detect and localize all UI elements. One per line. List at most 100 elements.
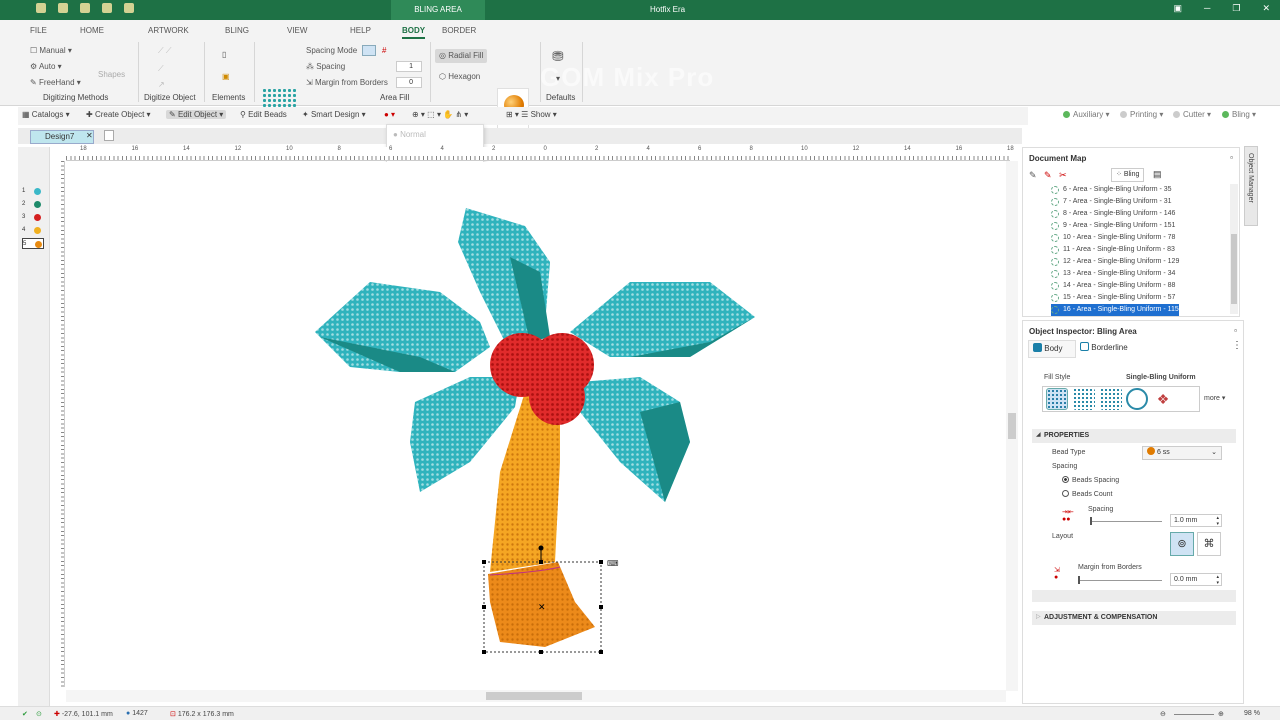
document-map-scroll-thumb[interactable] xyxy=(1231,234,1237,304)
printing-toggle[interactable]: Printing ▾ xyxy=(1120,110,1163,119)
edit-beads-button[interactable]: ⚲ Edit Beads xyxy=(240,110,287,119)
spacing-slider[interactable] xyxy=(1090,521,1162,522)
auto-button[interactable]: ⚙ Auto ▾ xyxy=(30,62,62,71)
vertical-scroll-thumb[interactable] xyxy=(1008,413,1016,439)
print-icon[interactable] xyxy=(124,3,134,13)
save-icon[interactable] xyxy=(36,3,46,13)
vertical-scrollbar[interactable] xyxy=(1006,161,1018,691)
zoom-out-icon[interactable]: ⊖ xyxy=(1160,710,1166,718)
smart-design-button[interactable]: ✦ Smart Design ▾ xyxy=(302,110,366,119)
document-map-item[interactable]: 12 - Area - Single-Bling Uniform - 129 xyxy=(1051,256,1179,268)
document-map-item[interactable]: 15 - Area - Single-Bling Uniform - 57 xyxy=(1051,292,1175,304)
quick-access-toolbar[interactable] xyxy=(36,3,134,13)
margin-spinbox[interactable]: 0 xyxy=(396,77,422,88)
layer-item[interactable]: 4 xyxy=(22,225,44,236)
margin-slider[interactable] xyxy=(1078,580,1162,581)
fill-style-grid-icon[interactable] xyxy=(1100,388,1122,410)
menu-home[interactable]: HOME xyxy=(80,26,104,35)
inspector-pin-icon[interactable]: ▫ xyxy=(1234,326,1237,335)
point-tool-icon[interactable]: ↗ xyxy=(158,80,165,89)
document-map-scrollbar[interactable] xyxy=(1230,184,1238,314)
document-map-item[interactable]: 10 - Area - Single-Bling Uniform - 78 xyxy=(1051,232,1175,244)
spacing-mode-button[interactable] xyxy=(362,45,376,56)
export-icon[interactable] xyxy=(102,3,112,13)
hexagon-button[interactable]: ⬡ Hexagon xyxy=(435,70,484,84)
layer-item[interactable]: 2 xyxy=(22,199,44,210)
spin-arrows-icon[interactable]: ▴ ▾ xyxy=(1216,515,1219,527)
redo-icon[interactable] xyxy=(80,3,90,13)
create-object-button[interactable]: ✚ Create Object ▾ xyxy=(86,110,151,119)
edit-object-button[interactable]: ✎ Edit Object ▾ xyxy=(166,110,227,119)
menu-view[interactable]: VIEW xyxy=(287,26,307,35)
menu-bling[interactable]: BLING xyxy=(225,26,249,35)
cutter-toggle[interactable]: Cutter ▾ xyxy=(1173,110,1211,119)
palm-tree-design[interactable]: ✕ ⌨ xyxy=(70,162,1000,684)
bling-tab[interactable]: ⁘ Bling xyxy=(1111,168,1145,182)
close-tab-icon[interactable]: ✕ xyxy=(86,131,93,140)
margin-slider-thumb[interactable] xyxy=(1078,576,1080,584)
fill-style-radial-icon[interactable] xyxy=(1126,388,1148,410)
defaults-dropdown-icon[interactable]: ▾ xyxy=(556,74,560,83)
bling-toggle[interactable]: Bling ▾ xyxy=(1222,110,1256,119)
element-fill-icon[interactable]: ▣ xyxy=(222,72,230,81)
line-tool-icon[interactable]: ⟋ ⟋ xyxy=(158,46,171,56)
menu-border[interactable]: BORDER xyxy=(442,26,476,35)
catalogs-button[interactable]: ▦ Catalogs ▾ xyxy=(22,110,70,119)
list-view-icon[interactable]: ▤ xyxy=(1153,169,1162,180)
document-map-item[interactable]: 13 - Area - Single-Bling Uniform - 34 xyxy=(1051,268,1175,280)
spin-arrows-icon[interactable]: ▴ ▾ xyxy=(1216,574,1219,586)
shapes-button[interactable]: Shapes xyxy=(98,70,125,79)
close-button[interactable]: ✕ xyxy=(1262,3,1270,14)
layer-item[interactable]: 3 xyxy=(22,212,44,223)
design-canvas[interactable]: ✕ ⌨ xyxy=(70,162,1000,684)
help-window-icon[interactable]: ▣ xyxy=(1173,3,1182,14)
dropdown-option-normal[interactable]: ● Normal xyxy=(393,130,426,139)
restore-button[interactable]: ❐ xyxy=(1232,3,1240,14)
pen-icon[interactable]: ✎ xyxy=(1044,170,1052,180)
document-map-item[interactable]: 14 - Area - Single-Bling Uniform - 88 xyxy=(1051,280,1175,292)
properties-section[interactable]: PROPERTIES xyxy=(1032,429,1236,443)
document-map-pin-icon[interactable]: ▫ xyxy=(1230,153,1233,162)
zoom-tool-icon[interactable]: ⊕ ▾ ⬚ ▾ ✋ ⋔ ▾ xyxy=(412,110,468,119)
menu-help[interactable]: HELP xyxy=(350,26,371,35)
expand-adjustment-icon[interactable]: ▷ xyxy=(1036,613,1041,620)
beads-count-radio[interactable]: Beads Count xyxy=(1062,490,1112,498)
bead-type-select[interactable]: 6 ss ⌄ xyxy=(1142,446,1222,460)
document-map-item[interactable]: 9 - Area - Single-Bling Uniform - 151 xyxy=(1051,220,1175,232)
fill-style-uniform-icon[interactable] xyxy=(1046,388,1068,410)
adjustment-section[interactable]: ADJUSTMENT & COMPENSATION xyxy=(1032,611,1236,625)
auxiliary-toggle[interactable]: Auxiliary ▾ xyxy=(1063,110,1109,119)
fill-style-pattern-icon[interactable]: ❖ xyxy=(1152,388,1174,410)
tab-borderline[interactable]: Borderline xyxy=(1080,342,1128,352)
freehand-button[interactable]: ✎ FreeHand ▾ xyxy=(30,78,81,87)
menu-body[interactable]: BODY xyxy=(402,26,426,39)
document-map-item[interactable]: 11 - Area - Single-Bling Uniform - 83 xyxy=(1051,244,1175,256)
layer-item[interactable]: 1 xyxy=(22,186,44,197)
document-map-item[interactable]: 16 - Area - Single-Bling Uniform - 115 xyxy=(1051,304,1179,316)
new-tab-icon[interactable] xyxy=(104,130,114,141)
tab-body[interactable]: Body xyxy=(1028,340,1076,358)
curve-tool-icon[interactable]: ⟋ xyxy=(158,64,164,74)
layer-item[interactable]: 5 xyxy=(22,238,44,249)
spacing-spin-input[interactable]: 1.0 mm ▴ ▾ xyxy=(1170,514,1222,527)
layout-inside-icon[interactable]: ⊚ xyxy=(1170,532,1194,556)
scissors-icon[interactable]: ✂ xyxy=(1059,170,1067,180)
spacing-spinbox[interactable]: 1 xyxy=(396,61,422,72)
defaults-icon[interactable]: ⛃ xyxy=(552,48,564,65)
collapse-properties-icon[interactable]: ◢ xyxy=(1036,431,1041,438)
color-tool-icon[interactable]: ● ▾ xyxy=(384,110,395,119)
object-manager-sidebar[interactable]: Object Manager xyxy=(1244,146,1258,226)
count-mode-button[interactable]: # xyxy=(382,46,386,55)
document-tab[interactable]: Design7 xyxy=(30,130,94,144)
inspector-menu-icon[interactable]: ⋮ xyxy=(1232,340,1242,351)
margin-spin-input[interactable]: 0.0 mm ▴ ▾ xyxy=(1170,573,1222,586)
document-map-item[interactable]: 6 - Area - Single-Bling Uniform - 35 xyxy=(1051,184,1172,196)
spacing-slider-thumb[interactable] xyxy=(1090,517,1092,525)
horizontal-scroll-thumb[interactable] xyxy=(486,692,582,700)
element-frame-icon[interactable]: ▯ xyxy=(222,50,226,59)
menu-artwork[interactable]: ARTWORK xyxy=(148,26,189,35)
radial-fill-button[interactable]: ◎ Radial Fill xyxy=(435,49,488,63)
document-map-item[interactable]: 7 - Area - Single-Bling Uniform - 31 xyxy=(1051,196,1172,208)
manual-button[interactable]: ☐ Manual ▾ xyxy=(30,46,72,55)
layout-outside-icon[interactable]: ⌘ xyxy=(1197,532,1221,556)
